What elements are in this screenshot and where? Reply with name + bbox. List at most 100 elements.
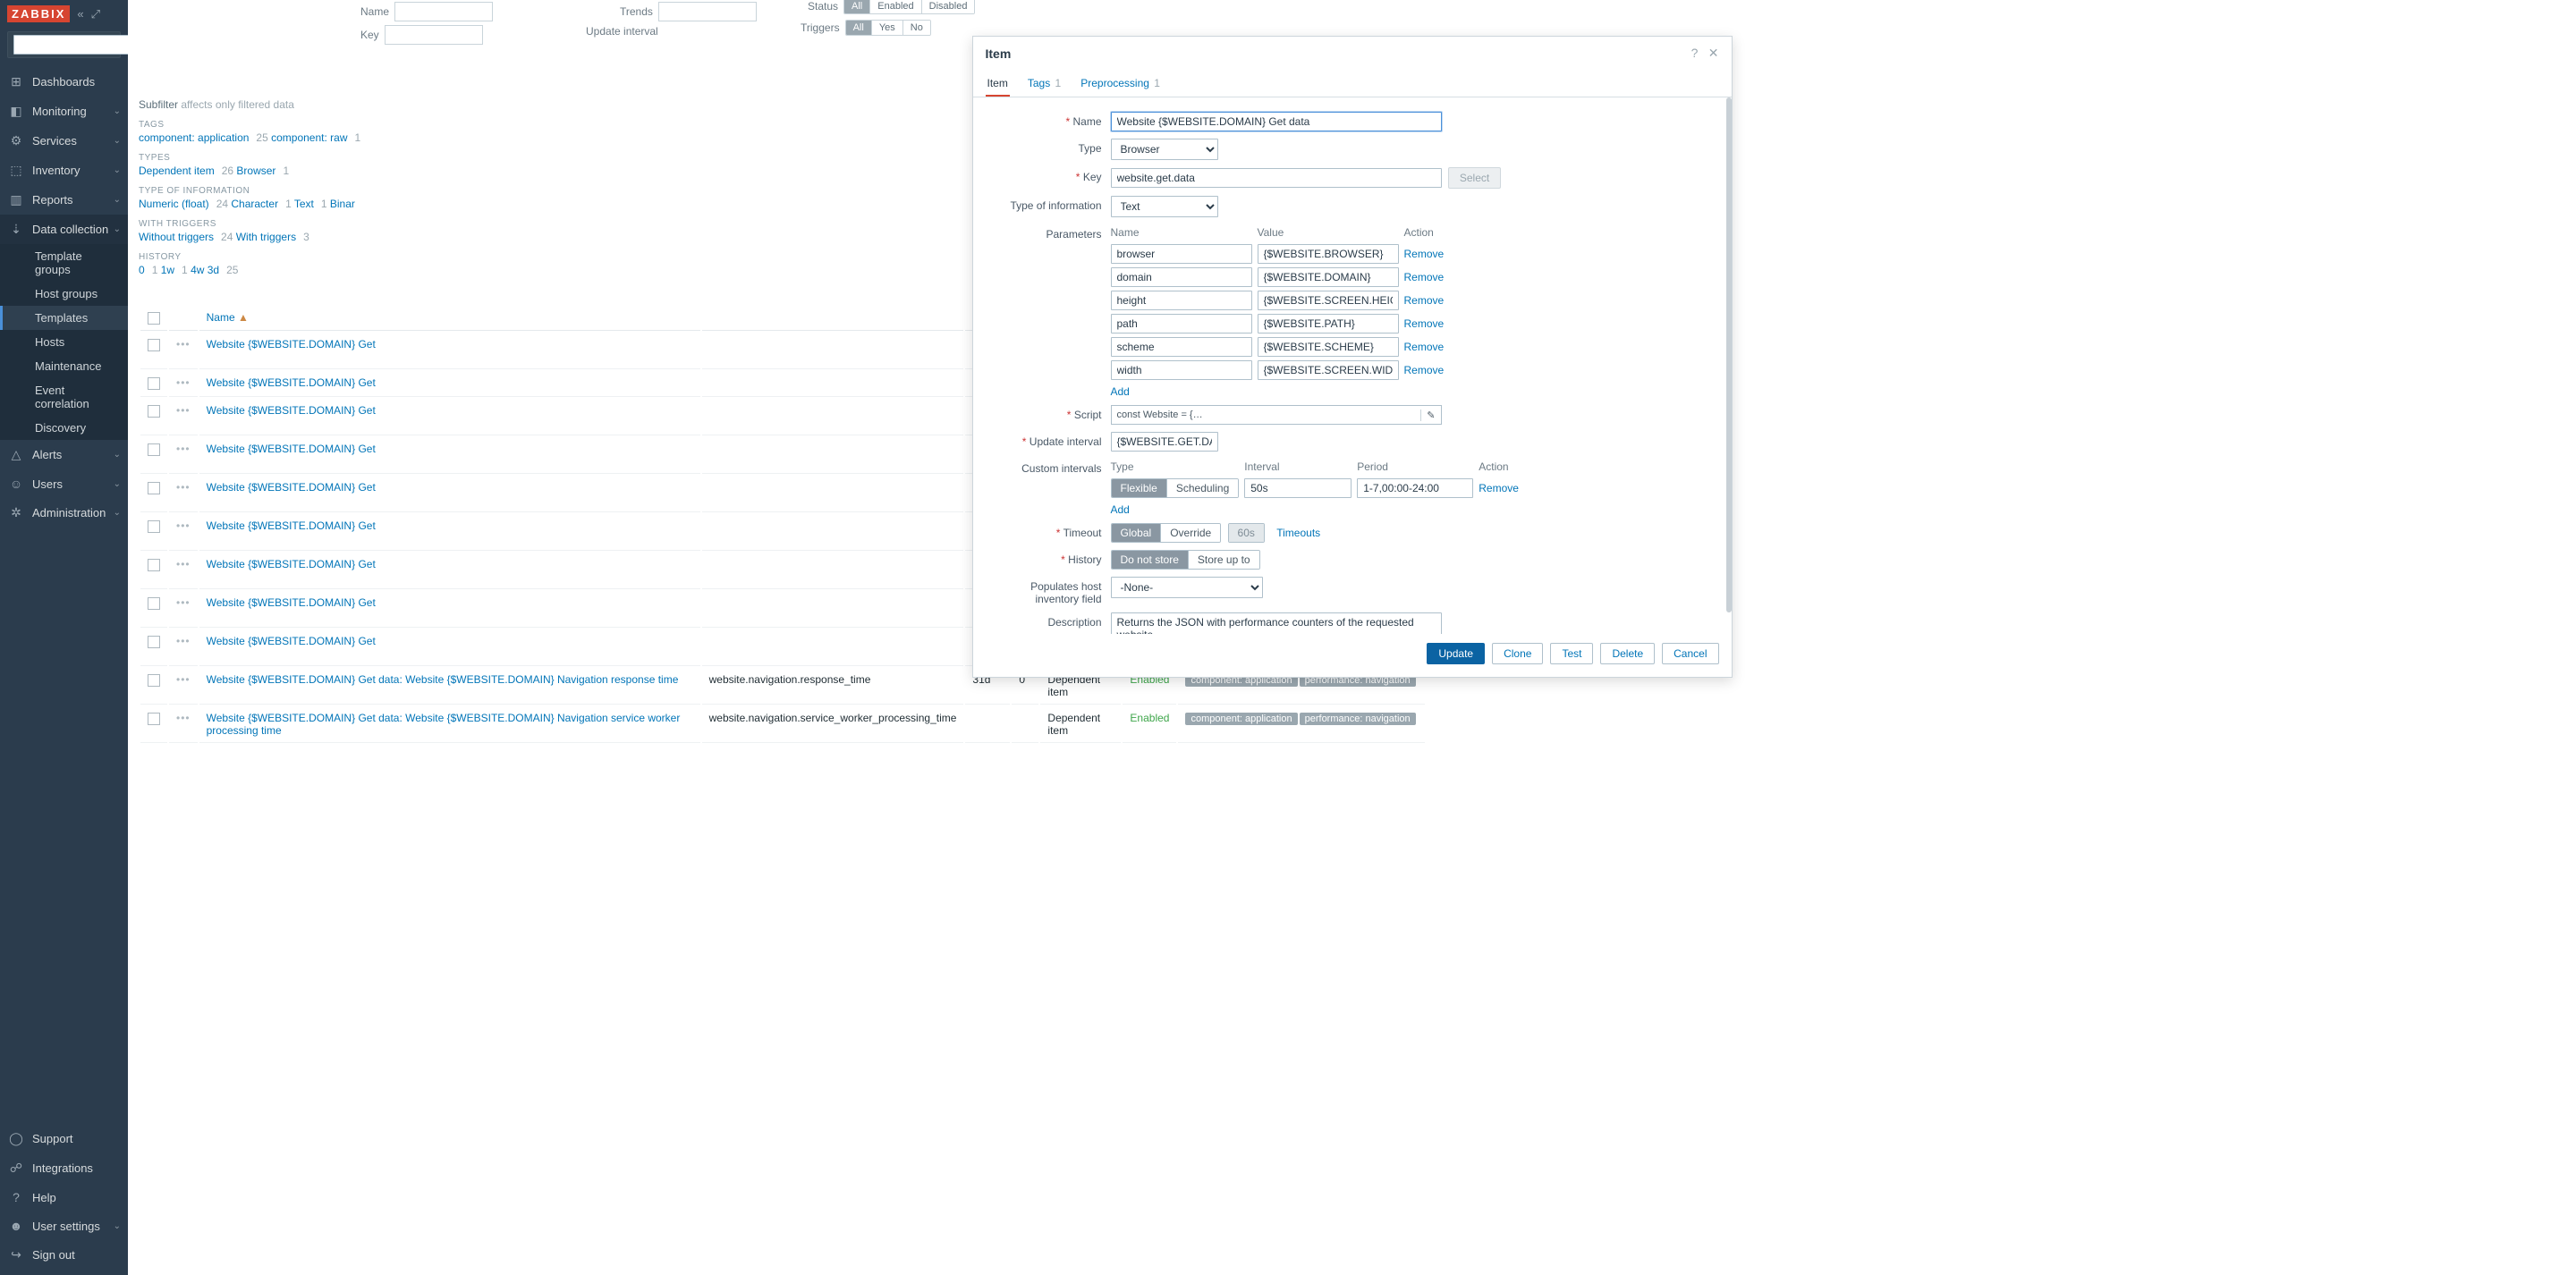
param-remove-link[interactable]: Remove — [1404, 294, 1445, 307]
param-remove-link[interactable]: Remove — [1404, 364, 1445, 376]
param-row: Remove — [1111, 242, 1450, 266]
help-icon[interactable]: ? — [1691, 46, 1699, 60]
sidebar-item-services[interactable]: ⚙Services⌄ — [0, 126, 128, 156]
scrollbar[interactable] — [1726, 97, 1732, 634]
description-field[interactable]: Returns the JSON with performance counte… — [1111, 612, 1442, 634]
param-remove-link[interactable]: Remove — [1404, 248, 1445, 260]
collapse-icon[interactable]: « — [77, 7, 83, 21]
seg-opt-flexible[interactable]: Flexible — [1112, 479, 1166, 497]
ci-col-action: Action — [1479, 459, 1524, 477]
param-value-field[interactable] — [1258, 337, 1399, 357]
close-icon[interactable]: ✕ — [1708, 46, 1719, 60]
label-history: History — [1068, 553, 1101, 566]
tab-label: Preprocessing — [1080, 77, 1149, 89]
param-remove-link[interactable]: Remove — [1404, 317, 1445, 330]
param-remove-link[interactable]: Remove — [1404, 271, 1445, 283]
sidebar-bottom-user-settings[interactable]: ☻User settings⌄ — [0, 1212, 128, 1240]
param-value-field[interactable] — [1258, 291, 1399, 310]
history-seg[interactable]: Do not storeStore up to — [1111, 550, 1260, 570]
cancel-button[interactable]: Cancel — [1662, 643, 1718, 664]
ci-interval-field[interactable] — [1244, 478, 1352, 498]
sidebar-item-alerts[interactable]: △Alerts⌄ — [0, 440, 128, 469]
seg-opt-store-up-to[interactable]: Store up to — [1188, 551, 1259, 569]
sidebar-item-administration[interactable]: ✲Administration⌄ — [0, 498, 128, 528]
chevron-down-icon: ⌄ — [114, 165, 121, 175]
script-box[interactable]: const Website = {… ✎ — [1111, 405, 1442, 425]
sidebar-subitem-host-groups[interactable]: Host groups — [0, 282, 128, 306]
sidebar-item-reports[interactable]: ▥Reports⌄ — [0, 185, 128, 215]
label-name: Name — [1072, 115, 1101, 128]
menu-icon: △ — [9, 447, 23, 462]
tab-preprocessing[interactable]: Preprocessing 1 — [1079, 72, 1162, 97]
dialog-body: * Name Type Browser * Key Select Type of… — [973, 97, 1732, 634]
tab-label: Tags — [1028, 77, 1050, 89]
tab-item[interactable]: Item — [986, 72, 1010, 97]
label-timeout: Timeout — [1063, 527, 1102, 539]
ci-col-period: Period — [1357, 459, 1479, 477]
param-row: Remove — [1111, 266, 1450, 289]
param-name-field[interactable] — [1111, 360, 1252, 380]
toi-select[interactable]: Text — [1111, 196, 1218, 217]
chevron-down-icon: ⌄ — [114, 224, 121, 234]
inventory-select[interactable]: -None- — [1111, 577, 1263, 598]
dialog-tabs: Item Tags 1 Preprocessing 1 — [973, 72, 1732, 97]
sidebar-subitem-template-groups[interactable]: Template groups — [0, 244, 128, 282]
param-value-field[interactable] — [1258, 314, 1399, 334]
logo: ZABBIX — [7, 5, 70, 22]
expand-icon[interactable]: ⤢ — [91, 7, 100, 21]
menu-icon: ↪ — [9, 1247, 23, 1262]
sidebar-bottom-support[interactable]: ◯Support — [0, 1124, 128, 1153]
sidebar-subitem-discovery[interactable]: Discovery — [0, 416, 128, 440]
seg-opt-global[interactable]: Global — [1112, 524, 1161, 542]
sidebar-bottom-help[interactable]: ?Help — [0, 1183, 128, 1212]
sidebar-bottom-integrations[interactable]: ☍Integrations — [0, 1153, 128, 1183]
sidebar-subitem-event-correlation[interactable]: Event correlation — [0, 378, 128, 416]
menu-label: Administration — [32, 506, 106, 519]
sidebar-subitem-hosts[interactable]: Hosts — [0, 330, 128, 354]
ci-remove-link[interactable]: Remove — [1479, 482, 1519, 494]
sidebar-subitem-maintenance[interactable]: Maintenance — [0, 354, 128, 378]
timeouts-link[interactable]: Timeouts — [1276, 527, 1320, 539]
timeout-seg[interactable]: GlobalOverride — [1111, 523, 1222, 543]
update-button[interactable]: Update — [1427, 643, 1485, 664]
sidebar-item-users[interactable]: ☺Users⌄ — [0, 469, 128, 498]
type-select[interactable]: Browser — [1111, 139, 1218, 160]
param-name-field[interactable] — [1111, 337, 1252, 357]
param-value-field[interactable] — [1258, 360, 1399, 380]
test-button[interactable]: Test — [1550, 643, 1593, 664]
param-row: Remove — [1111, 312, 1450, 335]
sidebar-subitem-templates[interactable]: Templates — [0, 306, 128, 330]
ci-add-link[interactable]: Add — [1111, 500, 1130, 516]
param-add-link[interactable]: Add — [1111, 382, 1130, 398]
sidebar-item-inventory[interactable]: ⬚Inventory⌄ — [0, 156, 128, 185]
param-remove-link[interactable]: Remove — [1404, 341, 1445, 353]
param-name-field[interactable] — [1111, 314, 1252, 334]
pencil-icon[interactable]: ✎ — [1420, 410, 1435, 421]
ci-period-field[interactable] — [1357, 478, 1473, 498]
sidebar-item-data-collection[interactable]: ⇣Data collection⌄ — [0, 215, 128, 244]
param-name-field[interactable] — [1111, 244, 1252, 264]
menu-label: Data collection — [32, 223, 108, 236]
menu-icon: ◧ — [9, 104, 23, 119]
param-value-field[interactable] — [1258, 267, 1399, 287]
ci-type-seg[interactable]: FlexibleScheduling — [1111, 478, 1240, 498]
tab-tags[interactable]: Tags 1 — [1026, 72, 1063, 97]
key-field[interactable] — [1111, 168, 1442, 188]
sidebar-item-dashboards[interactable]: ⊞Dashboards — [0, 67, 128, 97]
seg-opt-override[interactable]: Override — [1160, 524, 1220, 542]
param-value-field[interactable] — [1258, 244, 1399, 264]
name-field[interactable] — [1111, 112, 1442, 131]
label-description: Description — [1047, 616, 1101, 629]
clone-button[interactable]: Clone — [1492, 643, 1543, 664]
dialog-title: Item — [986, 46, 1012, 61]
delete-button[interactable]: Delete — [1600, 643, 1655, 664]
sidebar-search[interactable]: 🔍 — [7, 31, 121, 58]
param-name-field[interactable] — [1111, 291, 1252, 310]
menu-label: Services — [32, 134, 77, 148]
param-name-field[interactable] — [1111, 267, 1252, 287]
seg-opt-scheduling[interactable]: Scheduling — [1166, 479, 1238, 497]
updint-field[interactable] — [1111, 432, 1218, 452]
seg-opt-do-not-store[interactable]: Do not store — [1112, 551, 1188, 569]
sidebar-item-monitoring[interactable]: ◧Monitoring⌄ — [0, 97, 128, 126]
sidebar-bottom-sign-out[interactable]: ↪Sign out — [0, 1240, 128, 1270]
